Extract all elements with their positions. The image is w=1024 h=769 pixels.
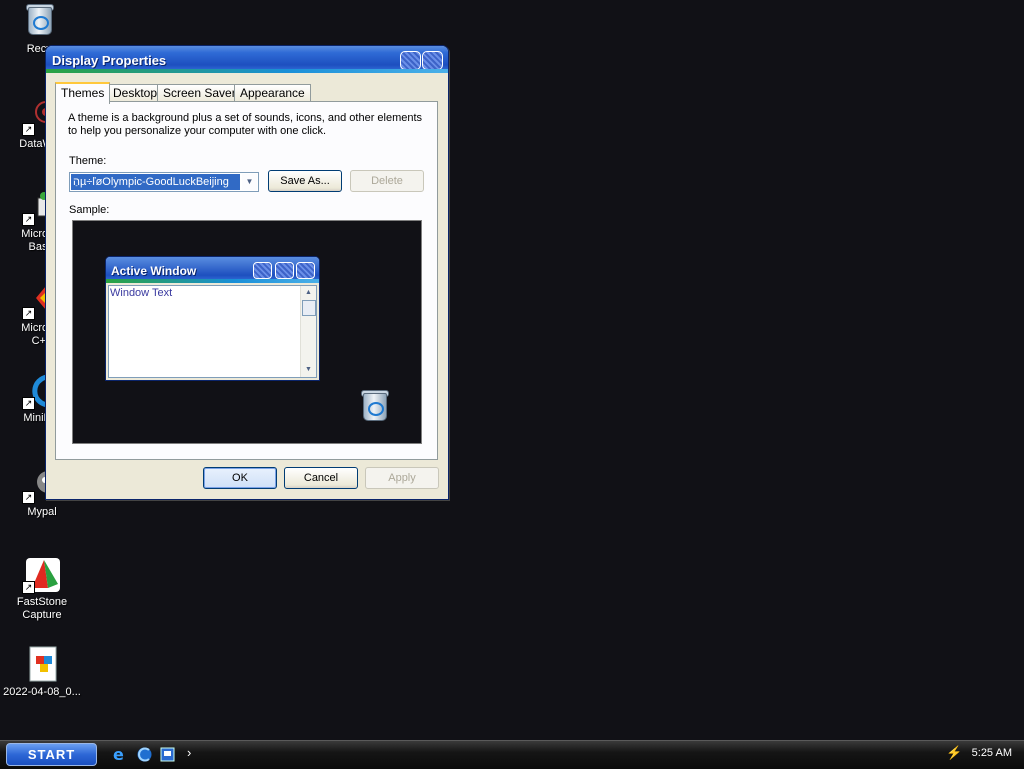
scroll-thumb xyxy=(302,300,316,316)
sample-label: Sample: xyxy=(69,204,110,216)
scroll-up-icon: ▲ xyxy=(305,289,312,296)
desktop-icon-faststone[interactable]: ↗ FastStone Capture xyxy=(0,556,84,622)
window-title: Display Properties xyxy=(52,53,167,68)
title-stripe xyxy=(46,69,448,73)
scroll-down-icon: ▼ xyxy=(305,366,312,373)
ok-button[interactable]: OK xyxy=(203,467,277,489)
theme-label: Theme: xyxy=(69,155,107,167)
show-desktop-icon[interactable] xyxy=(159,746,176,763)
tab-themes[interactable]: Themes xyxy=(55,82,111,104)
sample-window-text: Window Text xyxy=(110,287,173,299)
desktop-icon-image-file[interactable]: 2022-04-08_0... xyxy=(0,646,84,699)
apply-button[interactable]: Apply xyxy=(365,467,439,489)
sample-recycle-bin-icon xyxy=(359,389,389,421)
network-tray-icon[interactable]: ⚡ xyxy=(946,746,962,760)
sample-scrollbar: ▲ ▼ xyxy=(300,286,316,377)
sample-close-icon xyxy=(296,262,315,279)
taskbar: START e › ⚡ 5:25 AM xyxy=(0,740,1024,769)
cancel-button[interactable]: Cancel xyxy=(284,467,358,489)
start-button[interactable]: START xyxy=(6,743,97,766)
sample-window-body: Window Text ▲ ▼ xyxy=(108,285,317,378)
quick-launch-chevron-icon[interactable]: › xyxy=(187,745,191,760)
svg-text:e: e xyxy=(113,746,124,763)
minibrowser-icon[interactable] xyxy=(136,746,153,763)
save-as-button[interactable]: Save As... xyxy=(268,170,342,192)
delete-button[interactable]: Delete xyxy=(350,170,424,192)
sample-minimize-icon xyxy=(253,262,272,279)
sample-maximize-icon xyxy=(275,262,294,279)
desktop-icon-label: Mypal xyxy=(27,506,57,518)
desktop-icon-label: FastStone Capture xyxy=(16,596,68,621)
themes-panel: A theme is a background plus a set of so… xyxy=(55,101,438,460)
system-clock[interactable]: 5:25 AM xyxy=(972,747,1012,759)
recycle-bin-icon xyxy=(24,3,60,39)
theme-dropdown[interactable]: הַµ÷ľøOlympic-GoodLuckBeijing ▼ xyxy=(69,172,259,192)
themes-description: A theme is a background plus a set of so… xyxy=(68,112,423,137)
sample-window-title: Active Window xyxy=(111,264,197,278)
tab-desktop[interactable]: Desktop xyxy=(107,84,164,102)
internet-explorer-icon[interactable]: e xyxy=(112,745,129,764)
help-button[interactable] xyxy=(400,51,421,70)
theme-sample-preview: Active Window Window Text ▲ ▼ xyxy=(72,220,422,444)
faststone-capture-icon: ↗ xyxy=(22,556,60,594)
close-button[interactable] xyxy=(422,51,443,70)
theme-dropdown-value: הַµ÷ľøOlympic-GoodLuckBeijing xyxy=(71,174,240,190)
sample-title-bar: Active Window xyxy=(106,257,319,283)
image-file-icon xyxy=(24,646,60,682)
sample-active-window: Active Window Window Text ▲ ▼ xyxy=(105,256,320,381)
chevron-down-icon[interactable]: ▼ xyxy=(242,174,257,190)
tab-screen-saver[interactable]: Screen Saver xyxy=(157,84,242,102)
title-bar[interactable]: Display Properties xyxy=(46,46,448,73)
desktop-icon-label: 2022-04-08_0... xyxy=(3,686,81,698)
tab-appearance[interactable]: Appearance xyxy=(234,84,311,102)
display-properties-window: Display Properties Themes Desktop Screen… xyxy=(45,45,449,500)
